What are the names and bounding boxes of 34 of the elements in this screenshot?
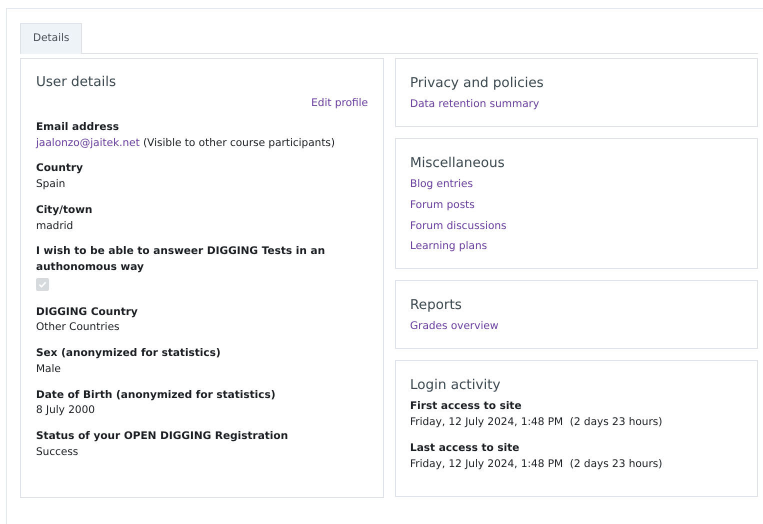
link[interactable]: Forum discussions [410, 218, 507, 234]
field-value: Male [36, 362, 62, 377]
field-value: Spain [36, 177, 66, 192]
field-label: I wish to be able to answeer DIGGING Tests in an authonomous way [36, 244, 326, 275]
link[interactable]: Forum posts [410, 198, 475, 214]
field-value: 8 July 2000 [36, 403, 96, 418]
field-label: Date of Birth (anonymized for statistics) [36, 388, 277, 402]
tab[interactable]: Details [20, 23, 82, 54]
field-label: First access to site [410, 399, 523, 414]
field-value: Success [36, 444, 80, 460]
card-title: User details [36, 72, 118, 92]
link[interactable]: Grades overview [410, 319, 498, 335]
field-label: Status of your OPEN DIGGING Registration [36, 429, 290, 444]
card-title: Miscellaneous [410, 154, 506, 173]
field-label: Email address [36, 120, 120, 135]
card-title: Reports [410, 296, 463, 315]
field-label: DIGGING Country [36, 304, 139, 320]
card-title: Login activity [410, 376, 502, 395]
link[interactable]: Data retention summary [410, 97, 540, 113]
field-value: madrid [36, 218, 74, 234]
link[interactable]: Blog entries [410, 177, 473, 193]
field-label: Sex (anonymized for statistics) [36, 346, 222, 361]
email-link[interactable]: jaalonzo@jaitek.net [36, 136, 140, 148]
field-value: Friday, 12 July 2024, 1:48 PM (2 days 23 hours) [410, 456, 664, 472]
field-label: Last access to site [410, 440, 520, 456]
field-label: City/town [36, 202, 94, 218]
check-icon [38, 280, 47, 289]
field-label: Country [36, 161, 84, 176]
card-title: Privacy and policies [410, 74, 545, 93]
field-value: Friday, 12 July 2024, 1:48 PM (2 days 23 hours) [410, 415, 664, 430]
edit-profile-link[interactable]: Edit profile [311, 96, 368, 112]
link[interactable]: Learning plans [410, 239, 488, 255]
field-value: Other Countries [36, 320, 120, 336]
visibility-note: (Visible to other course participants) [143, 136, 336, 148]
